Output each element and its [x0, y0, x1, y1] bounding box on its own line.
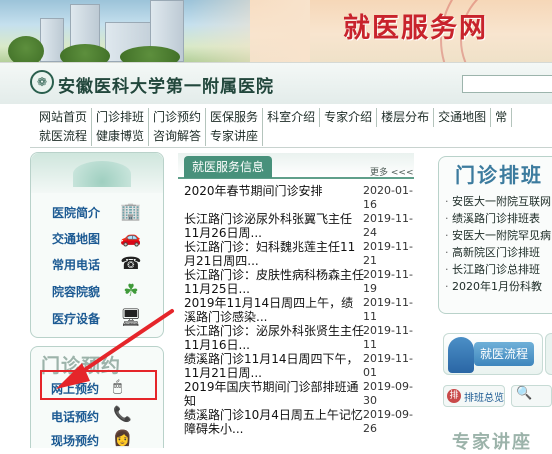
phone-icon: 📞 [113, 405, 132, 423]
expert-lectures-title: 专家讲座 [452, 432, 532, 453]
news-item-date: 2019-09-30 [363, 380, 413, 407]
schedule-item[interactable]: 安医大一附院互联网 [445, 193, 552, 210]
nav-row-1: 网站首页 门诊排班 门诊预约 医保服务 科室介绍 专家介绍 楼层分布 交通地图 … [36, 108, 513, 127]
news-item-date: 2020-01-16 [363, 184, 413, 211]
news-item-title[interactable]: 长江路门诊泌尿外科张翼飞主任11月26日周... [184, 212, 364, 240]
nav-item-floors[interactable]: 楼层分布 [377, 108, 435, 127]
sidebar-item-phones[interactable]: 常用电话 ☎ [47, 253, 155, 277]
nav-divider [30, 147, 552, 148]
calendar-icon: 排 [447, 389, 461, 403]
left-column: 医院简介 🏢 交通地图 🚗 常用电话 ☎ 院容院貌 ☘ 医疗设备 🖥 门诊预约 … [30, 150, 164, 448]
search-input[interactable] [462, 75, 552, 93]
news-item-date: 2019-11-11 [363, 296, 413, 323]
news-list: 2020年春节期间门诊安排 2020-01-16 长江路门诊泌尿外科张翼飞主任1… [178, 184, 414, 436]
sidebar-item-label: 院容院貌 [52, 285, 101, 299]
logo-bar: ❁ 安徽医科大学第一附属医院 [0, 62, 552, 104]
news-title: 就医服务信息 [184, 156, 273, 178]
schedule-item[interactable]: 2020年1月份科教 [445, 278, 552, 295]
schedule-overview-label: 排班总览 [464, 393, 504, 404]
news-item-date: 2019-11-11 [363, 324, 413, 351]
news-item-title[interactable]: 长江路门诊：皮肤性病科杨森主任11月25日... [184, 268, 364, 296]
sidebar-item-traffic-map[interactable]: 交通地图 🚗 [47, 227, 155, 251]
news-item[interactable]: 2019年国庆节期间门诊部排班通知 2019-09-30 [178, 380, 414, 408]
nav-item-insurance[interactable]: 医保服务 [206, 108, 264, 127]
nav-item-schedule[interactable]: 门诊排班 [92, 108, 150, 127]
schedule-title: 门诊排班 [455, 163, 543, 187]
schedule-overview-button[interactable]: 排 排班总览 [443, 385, 505, 407]
news-header: 就医服务信息 更多 <<< [178, 153, 414, 179]
news-item-title[interactable]: 2019年国庆节期间门诊部排班通知 [184, 380, 364, 408]
news-item[interactable]: 长江路门诊：皮肤性病科杨森主任11月25日... 2019-11-19 [178, 268, 414, 296]
news-item[interactable]: 长江路门诊：泌尿外科张贤生主任11月16日... 2019-11-11 [178, 324, 414, 352]
sidebar-item-intro[interactable]: 医院简介 🏢 [47, 201, 155, 225]
news-item-date: 2019-11-24 [363, 212, 413, 239]
news-item[interactable]: 绩溪路门诊11月14日周四下午，11月21日周... 2019-11-01 [178, 352, 414, 380]
nav-item-experts[interactable]: 专家介绍 [320, 108, 378, 127]
schedule-item[interactable]: 绩溪路门诊排班表 [445, 210, 552, 227]
car-icon: 🚗 [120, 228, 142, 248]
nav-item-lectures[interactable]: 专家讲座 [206, 127, 264, 146]
hospital-name: 安徽医科大学第一附属医院 [58, 77, 274, 97]
news-item-title[interactable]: 2019年11月14日周四上午，绩溪路门诊感染... [184, 296, 364, 324]
news-item-title[interactable]: 长江路门诊：妇科魏兆莲主任11月21日周四... [184, 240, 364, 268]
next-button-partial[interactable] [545, 333, 552, 375]
schedule-item[interactable]: 安医大一附院罕见病 [445, 227, 552, 244]
news-item-title[interactable]: 2020年春节期间门诊安排 [184, 184, 364, 212]
nav-item-traffic-map[interactable]: 交通地图 [434, 108, 492, 127]
person-icon: 👩 [113, 429, 132, 447]
red-arrow-annotation [56, 309, 174, 389]
news-item[interactable]: 2020年春节期间门诊安排 2020-01-16 [178, 184, 414, 212]
process-button-label: 就医流程 [474, 342, 535, 366]
news-item-title[interactable]: 绩溪路门诊10月4日周五上午记忆障碍朱小... [184, 408, 364, 436]
news-item-date: 2019-11-01 [363, 352, 413, 379]
news-more-link[interactable]: 更多 <<< [370, 165, 413, 178]
nav-item-appointment[interactable]: 门诊预约 [149, 108, 207, 127]
nav-item-process[interactable]: 就医流程 [36, 127, 93, 146]
schedule-item[interactable]: 长江路门诊总排班 [445, 261, 552, 278]
appointment-item-label: 现场预约 [51, 434, 100, 448]
sidebar-item-campus[interactable]: 院容院貌 ☘ [47, 280, 155, 304]
sidebar-item-label: 医院简介 [52, 206, 101, 220]
news-item[interactable]: 长江路门诊泌尿外科张翼飞主任11月26日周... 2019-11-24 [178, 212, 414, 240]
nav-item-consult[interactable]: 咨询解答 [149, 127, 207, 146]
news-item[interactable]: 长江路门诊：妇科魏兆莲主任11月21日周四... 2019-11-21 [178, 240, 414, 268]
schedule-panel: 门诊排班 安医大一附院互联网 绩溪路门诊排班表 安医大一附院罕见病 高新院区门诊… [438, 156, 552, 314]
nav-item-more[interactable]: 常 [491, 108, 513, 127]
news-item[interactable]: 绩溪路门诊10月4日周五上午记忆障碍朱小... 2019-09-26 [178, 408, 414, 436]
quick-links: 排 排班总览 🔍 [443, 385, 552, 407]
nav-row-2: 就医流程 健康博览 咨询解答 专家讲座 [36, 127, 264, 146]
doctor-icon [448, 337, 474, 373]
hospital-logo-icon: ❁ [30, 70, 54, 94]
news-item-title[interactable]: 绩溪路门诊11月14日周四下午，11月21日周... [184, 352, 364, 380]
sidebar-item-label: 交通地图 [52, 232, 101, 246]
building-icon: 🏢 [120, 202, 142, 222]
news-item-date: 2019-11-21 [363, 240, 413, 267]
nav-item-departments[interactable]: 科室介绍 [263, 108, 321, 127]
news-panel: 就医服务信息 更多 <<< 2020年春节期间门诊安排 2020-01-16 长… [178, 153, 414, 448]
main-nav: 网站首页 门诊排班 门诊预约 医保服务 科室介绍 专家介绍 楼层分布 交通地图 … [36, 108, 552, 146]
search-icon[interactable]: 🔍 [511, 385, 552, 407]
nav-item-health[interactable]: 健康博览 [92, 127, 150, 146]
news-item-date: 2019-09-26 [363, 408, 413, 435]
phone-icon: ☎ [120, 254, 142, 274]
appointment-item-label: 电话预约 [51, 410, 100, 424]
appointment-phone[interactable]: 电话预约 📞 [45, 405, 151, 427]
news-item-date: 2019-11-19 [363, 268, 413, 295]
news-item[interactable]: 2019年11月14日周四上午，绩溪路门诊感染... 2019-11-11 [178, 296, 414, 324]
sidebar-item-label: 常用电话 [52, 258, 101, 272]
process-button[interactable]: 就医流程 [443, 333, 543, 375]
nav-item-home[interactable]: 网站首页 [36, 108, 93, 127]
clover-icon: ☘ [123, 281, 139, 301]
header-banner: 就医服务网 [0, 0, 552, 62]
schedule-item[interactable]: 高新院区门诊排班 [445, 244, 552, 261]
schedule-list: 安医大一附院互联网 绩溪路门诊排班表 安医大一附院罕见病 高新院区门诊排班 长江… [445, 193, 552, 295]
site-title: 就医服务网 [343, 13, 488, 43]
news-item-title[interactable]: 长江路门诊：泌尿外科张贤生主任11月16日... [184, 324, 364, 352]
